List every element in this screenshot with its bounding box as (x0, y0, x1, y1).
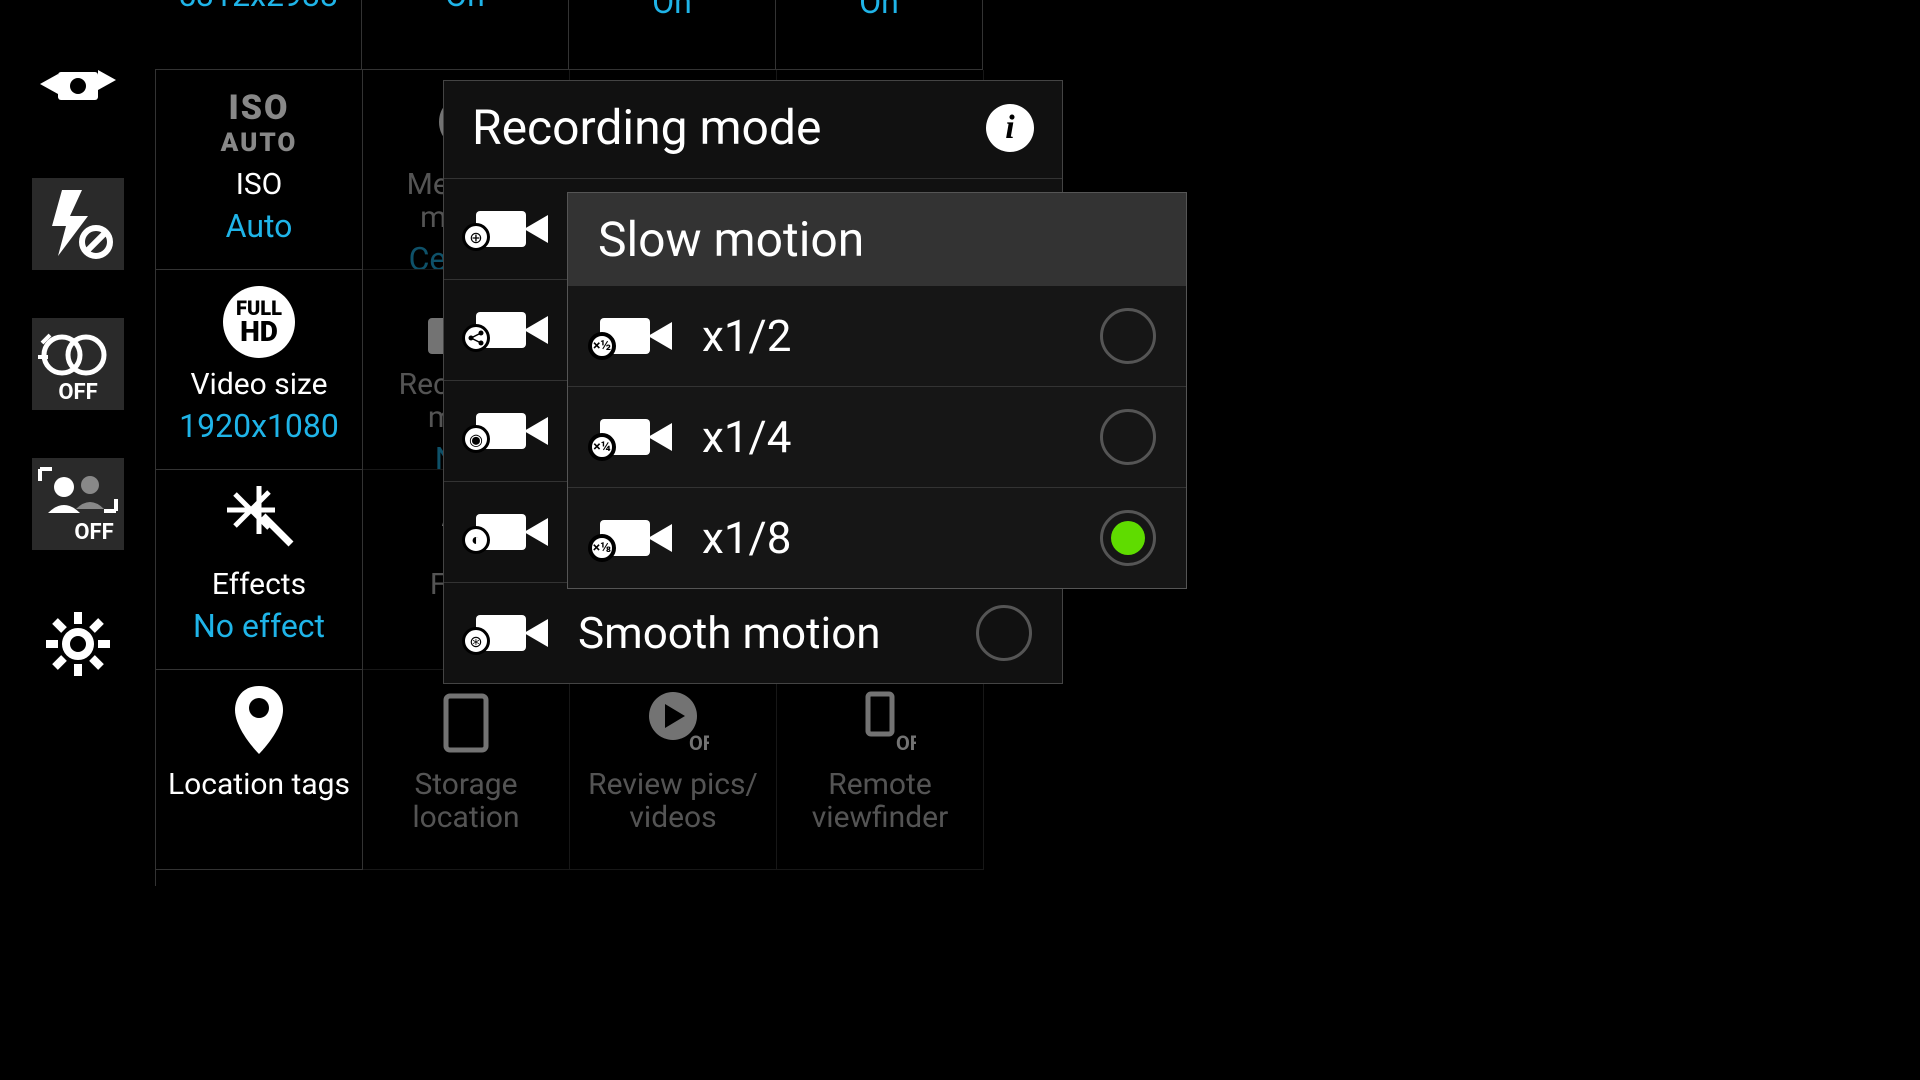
camcorder-quarter-icon: ×¼ (598, 415, 678, 459)
iso-auto-icon: ISO AUTO (156, 70, 362, 158)
full-hd-icon: FULLHD (156, 270, 362, 358)
switch-camera-button[interactable] (32, 38, 124, 130)
video-size-setting[interactable]: FULLHD Video size 1920x1080 (156, 270, 363, 470)
stabilisation-value: On (569, 0, 775, 21)
stabilisation-setting[interactable]: stabilisation On (569, 0, 776, 70)
recording-mode-title: Recording mode (472, 99, 821, 156)
hdr-toggle-button[interactable]: OFF (32, 318, 124, 410)
camcorder-sound-icon: ◉ (474, 409, 554, 453)
camcorder-share-icon (474, 308, 554, 352)
picture-size-value: 5312x2988 (155, 0, 361, 14)
radio-selected[interactable] (1100, 510, 1156, 566)
flash-off-icon (40, 186, 116, 262)
option-label: x1/4 (702, 411, 1076, 463)
option-label: x1/2 (702, 310, 1076, 362)
gear-icon (42, 608, 114, 680)
detection-setting[interactable]: detection On (776, 0, 983, 70)
effects-setting[interactable]: Effects No effect (156, 470, 363, 670)
camcorder-eighth-icon: ×⅛ (598, 516, 678, 560)
option-label: x1/8 (702, 512, 1076, 564)
review-label: Review pics/ videos (570, 768, 776, 834)
slow-motion-title: Slow motion (568, 193, 1186, 286)
camcorder-half-icon: ×½ (598, 314, 678, 358)
radio-unselected[interactable] (976, 605, 1032, 661)
recording-mode-option-smooth-motion[interactable]: ⊛ Smooth motion (444, 583, 1062, 683)
camcorder-speed-icon: ⊕ (474, 207, 554, 251)
effects-value: No effect (156, 607, 362, 645)
svg-text:OFF: OFF (689, 731, 709, 755)
face-detection-off-icon: OFF (34, 463, 122, 545)
radio-unselected[interactable] (1100, 409, 1156, 465)
settings-button[interactable] (32, 598, 124, 690)
video-size-value: 1920x1080 (156, 407, 362, 445)
camcorder-fast-icon: ◐ (474, 510, 554, 554)
iso-setting[interactable]: ISO AUTO ISO Auto (156, 70, 363, 270)
detection-value: On (776, 0, 982, 21)
effects-label: Effects (156, 568, 362, 601)
option-label: Smooth motion (578, 607, 952, 659)
iso-value: Auto (156, 207, 362, 245)
location-pin-icon (156, 670, 362, 758)
face-detection-toggle-button[interactable]: OFF (32, 458, 124, 550)
hdr-off-icon: OFF (34, 323, 122, 405)
svg-text:OFF: OFF (58, 380, 97, 405)
video-size-label: Video size (156, 368, 362, 401)
slow-motion-option-eighth[interactable]: ×⅛ x1/8 (568, 488, 1186, 588)
slow-motion-submenu: Slow motion ×½ x1/2 ×¼ x1/4 ×⅛ x1/8 (567, 192, 1187, 589)
svg-text:OFF: OFF (896, 731, 916, 755)
camcorder-smooth-icon: ⊛ (474, 611, 554, 655)
top-col2-setting[interactable]: On (362, 0, 569, 70)
settings-top-row: 5312x2988 On stabilisation On detection … (155, 0, 983, 70)
remote-label: Remote viewfinder (777, 768, 983, 834)
flash-toggle-button[interactable] (32, 178, 124, 270)
switch-camera-icon (38, 50, 118, 118)
review-pics-setting[interactable]: OFF Review pics/ videos (570, 670, 777, 870)
info-button[interactable]: i (986, 104, 1034, 152)
storage-location-setting[interactable]: Storage location (363, 670, 570, 870)
slow-motion-option-quarter[interactable]: ×¼ x1/4 (568, 387, 1186, 488)
radio-unselected[interactable] (1100, 308, 1156, 364)
slow-motion-option-half[interactable]: ×½ x1/2 (568, 286, 1186, 387)
info-icon: i (1005, 109, 1014, 147)
storage-label: Storage location (363, 768, 569, 834)
location-tags-setting[interactable]: Location tags (156, 670, 363, 870)
location-tags-label: Location tags (156, 768, 362, 801)
iso-label: ISO (156, 168, 362, 201)
effects-icon (156, 470, 362, 558)
picture-size-setting[interactable]: 5312x2988 (155, 0, 362, 70)
top-col2-value: On (362, 0, 568, 14)
recording-mode-dialog-header: Recording mode i (444, 81, 1062, 179)
remote-viewfinder-setting[interactable]: OFF Remote viewfinder (777, 670, 984, 870)
camera-quick-settings-sidebar: OFF OFF (32, 38, 128, 738)
svg-text:OFF: OFF (74, 520, 113, 545)
